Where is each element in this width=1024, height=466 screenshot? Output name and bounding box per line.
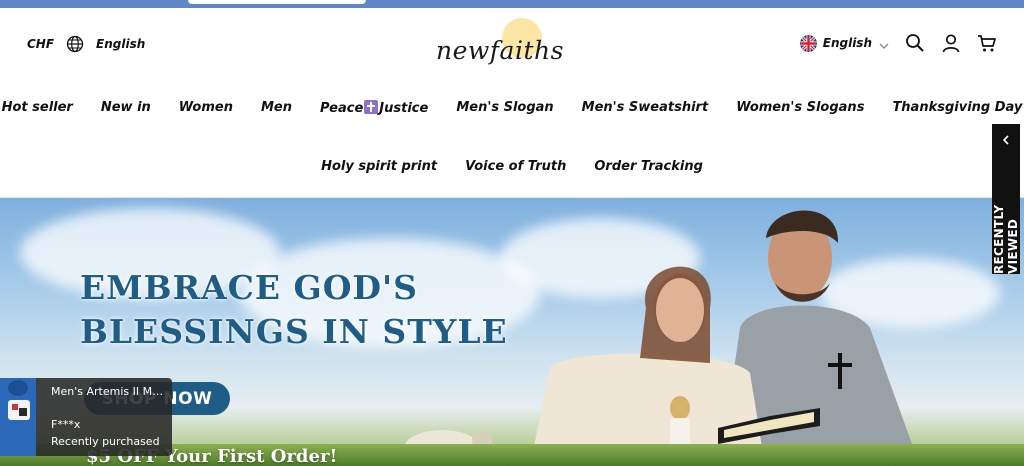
logo-text: newfaiths [436, 36, 564, 65]
nav-new-in[interactable]: New in [101, 100, 151, 116]
globe-icon[interactable] [66, 35, 84, 53]
nav-justice-label: Justice [379, 101, 429, 116]
hero-title-line-1: EMBRACE GOD'S [80, 268, 418, 307]
header-left: CHF English [27, 35, 145, 53]
hero-people-illustration [530, 210, 920, 466]
header-right: English [799, 32, 998, 54]
search-icon[interactable] [904, 32, 926, 54]
page: CHF English newfaiths English Hot seller… [0, 0, 1024, 466]
nav-men[interactable]: Men [261, 100, 292, 116]
currency-selector[interactable]: CHF [27, 37, 54, 51]
recent-purchase-popup[interactable]: Men's Artemis II Mo... F***x Recently pu… [0, 378, 172, 456]
nav-peace-label: Peace [320, 101, 364, 116]
announcement-pill [188, 0, 366, 4]
nav-mens-sweatshirt[interactable]: Men's Sweatshirt [582, 100, 709, 116]
language-selector-left[interactable]: English [96, 37, 145, 51]
product-thumbnail [0, 378, 36, 456]
recently-viewed-tab[interactable]: RECENTLY VIEWED [992, 124, 1020, 274]
language-label: English [822, 36, 872, 50]
cart-icon[interactable] [976, 32, 998, 54]
popup-product-name: Men's Artemis II Mo... [51, 385, 169, 398]
site-header: CHF English newfaiths English Hot seller… [0, 8, 1024, 198]
nav-hot-seller[interactable]: Hot seller [2, 100, 73, 116]
cross-icon [364, 100, 379, 114]
announcement-bar[interactable] [0, 0, 1024, 8]
nav-holy-spirit-print[interactable]: Holy spirit print [321, 159, 437, 174]
uk-flag-icon [799, 34, 817, 52]
nav-voice-of-truth[interactable]: Voice of Truth [465, 159, 566, 174]
chevron-left-icon [1001, 130, 1011, 145]
nav-thanksgiving-day[interactable]: Thanksgiving Day [892, 100, 1022, 116]
nav-mens-slogan[interactable]: Men's Slogan [456, 100, 553, 116]
nav-order-tracking[interactable]: Order Tracking [594, 159, 703, 174]
main-nav-row-1: Hot seller New in Women Men Peace Justice… [0, 100, 1024, 116]
chevron-down-icon [878, 37, 890, 49]
popup-customer: F***x [51, 418, 81, 431]
nav-womens-slogans[interactable]: Women's Slogans [736, 100, 864, 116]
hero-title-line-2: BLESSINGS IN STYLE [80, 312, 508, 351]
main-nav-row-2: Holy spirit print Voice of Truth Order T… [0, 159, 1024, 174]
account-icon[interactable] [940, 32, 962, 54]
nav-women[interactable]: Women [179, 100, 233, 116]
language-selector-right[interactable]: English [799, 34, 890, 52]
site-logo[interactable]: newfaiths [436, 16, 563, 72]
recently-viewed-label: RECENTLY VIEWED [992, 204, 1020, 274]
nav-peace-justice[interactable]: Peace Justice [320, 100, 428, 116]
popup-status: Recently purchased [51, 435, 160, 448]
hero-title: EMBRACE GOD'S BLESSINGS IN STYLE [80, 266, 508, 354]
